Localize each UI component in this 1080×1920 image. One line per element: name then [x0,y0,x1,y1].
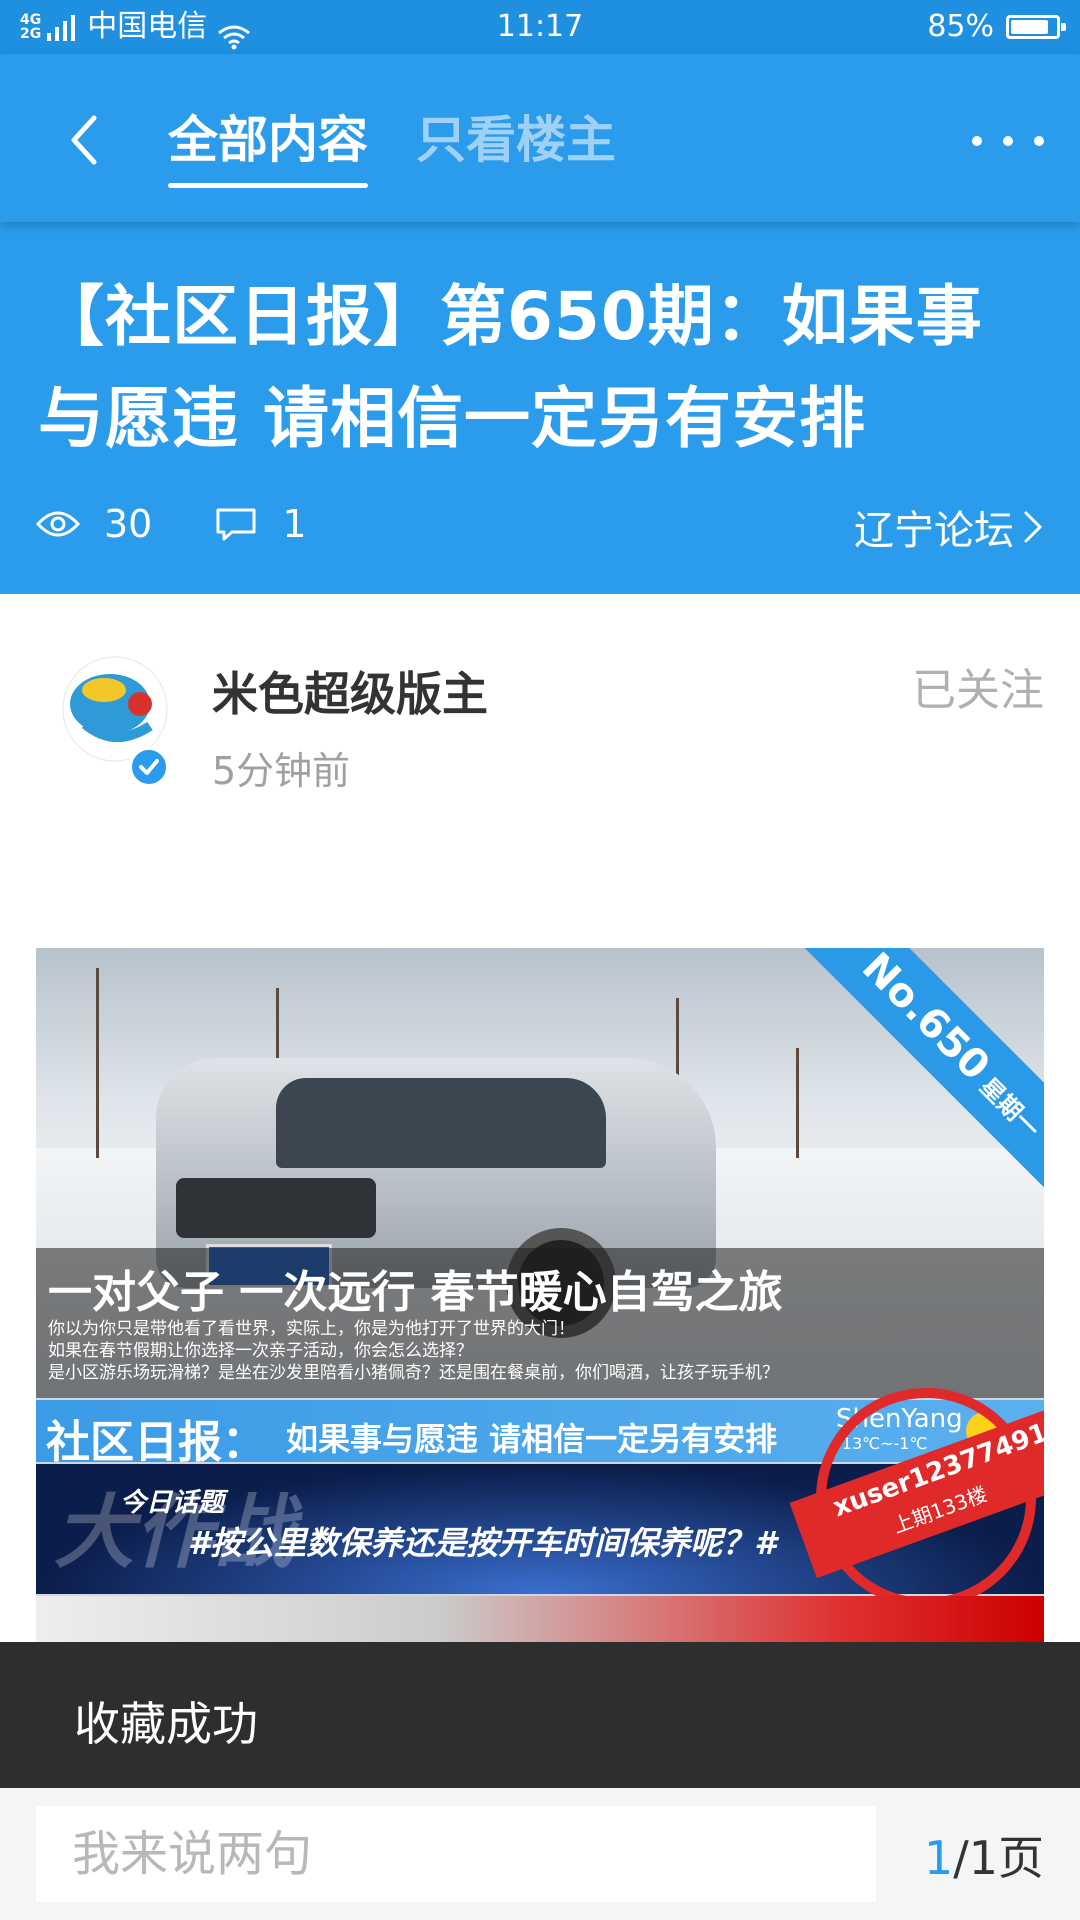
banner-description: 你以为你只是带他看了看世界，实际上，你是为他打开了世界的大门！ 如果在春节假期让… [48,1318,779,1384]
more-options-button[interactable] [972,136,1044,150]
car-windshield [276,1078,606,1168]
post-stats: 30 1 [36,502,369,546]
verified-badge-icon [128,746,170,788]
battery-percent: 85% [927,9,994,44]
post-time: 5分钟前 [212,749,351,793]
forum-name: 辽宁论坛 [854,508,1014,554]
tab-all-content[interactable]: 全部内容 [168,104,368,188]
banner-line: 如果在春节假期让你选择一次亲子活动，你会怎么选择？ [48,1341,473,1361]
topic-text: #按公里数保养还是按开车时间保养呢？# [188,1524,777,1562]
chevron-right-icon [1024,511,1043,543]
comment-input[interactable] [36,1806,876,1902]
banner-caption: 一对父子 一次远行 春节暖心自驾之旅 你以为你只是带他看了看世界，实际上，你是为… [36,1248,1044,1398]
dot-icon [1034,136,1044,146]
chevron-left-icon [71,115,97,165]
battery-icon [1006,15,1066,39]
topic-label: 今日话题 [120,1488,225,1518]
status-right: 85% [927,0,1066,54]
daily-label: 社区日报： [46,1417,266,1468]
page-indicator[interactable]: 1/1页 [924,1822,1044,1888]
page-total: /1页 [953,1831,1044,1885]
back-button[interactable] [64,112,112,168]
author-row: 米色超级版主 5分钟前 已关注 [0,594,1080,814]
tree-decoration [96,968,99,1158]
comment-icon [216,508,256,541]
status-bar: 4G 2G 中国电信 11:17 85% [0,0,1080,54]
page-current: 1 [923,1831,954,1885]
car-grill [176,1178,376,1238]
forum-link[interactable]: 辽宁论坛 [854,498,1044,556]
post-title: 【社区日报】第650期：如果事与愿违 请相信一定另有安排 [38,278,983,457]
banner-line: 是小区游乐场玩滑梯？是坐在沙发里陪看小猪佩奇？还是围在餐桌前，你们喝酒，让孩子玩… [48,1363,779,1383]
view-count: 30 [104,502,153,546]
dot-icon [1003,136,1013,146]
post-banner-image[interactable]: No.650星期一 一对父子 一次远行 春节暖心自驾之旅 你以为你只是带他看了看… [36,948,1044,1642]
top-nav-bar: 全部内容 只看楼主 [0,54,1080,222]
bottom-bar: 1/1页 [0,1788,1080,1920]
clock: 11:17 [496,9,584,44]
toast-text: 收藏成功 [74,1697,258,1751]
comment-count: 1 [282,502,307,546]
daily-subtitle: 如果事与愿违 请相信一定另有安排 [286,1420,778,1458]
banner-headline: 一对父子 一次远行 春节暖心自驾之旅 [48,1267,783,1318]
author-name[interactable]: 米色超级版主 [212,658,488,724]
post-header: 【社区日报】第650期：如果事与愿违 请相信一定另有安排 30 1 辽宁论坛 [0,222,1080,594]
eye-icon [36,511,80,537]
banner-line: 你以为你只是带他看了看世界，实际上，你是为他打开了世界的大门！ [48,1319,575,1339]
battery-level [1011,20,1048,34]
follow-button[interactable]: 已关注 [912,654,1044,718]
tree-decoration [796,1048,799,1158]
dot-icon [972,136,982,146]
toast-message: 收藏成功 [0,1642,1080,1788]
banner-bottom-strip [36,1596,1044,1642]
tab-only-op[interactable]: 只看楼主 [416,104,616,176]
